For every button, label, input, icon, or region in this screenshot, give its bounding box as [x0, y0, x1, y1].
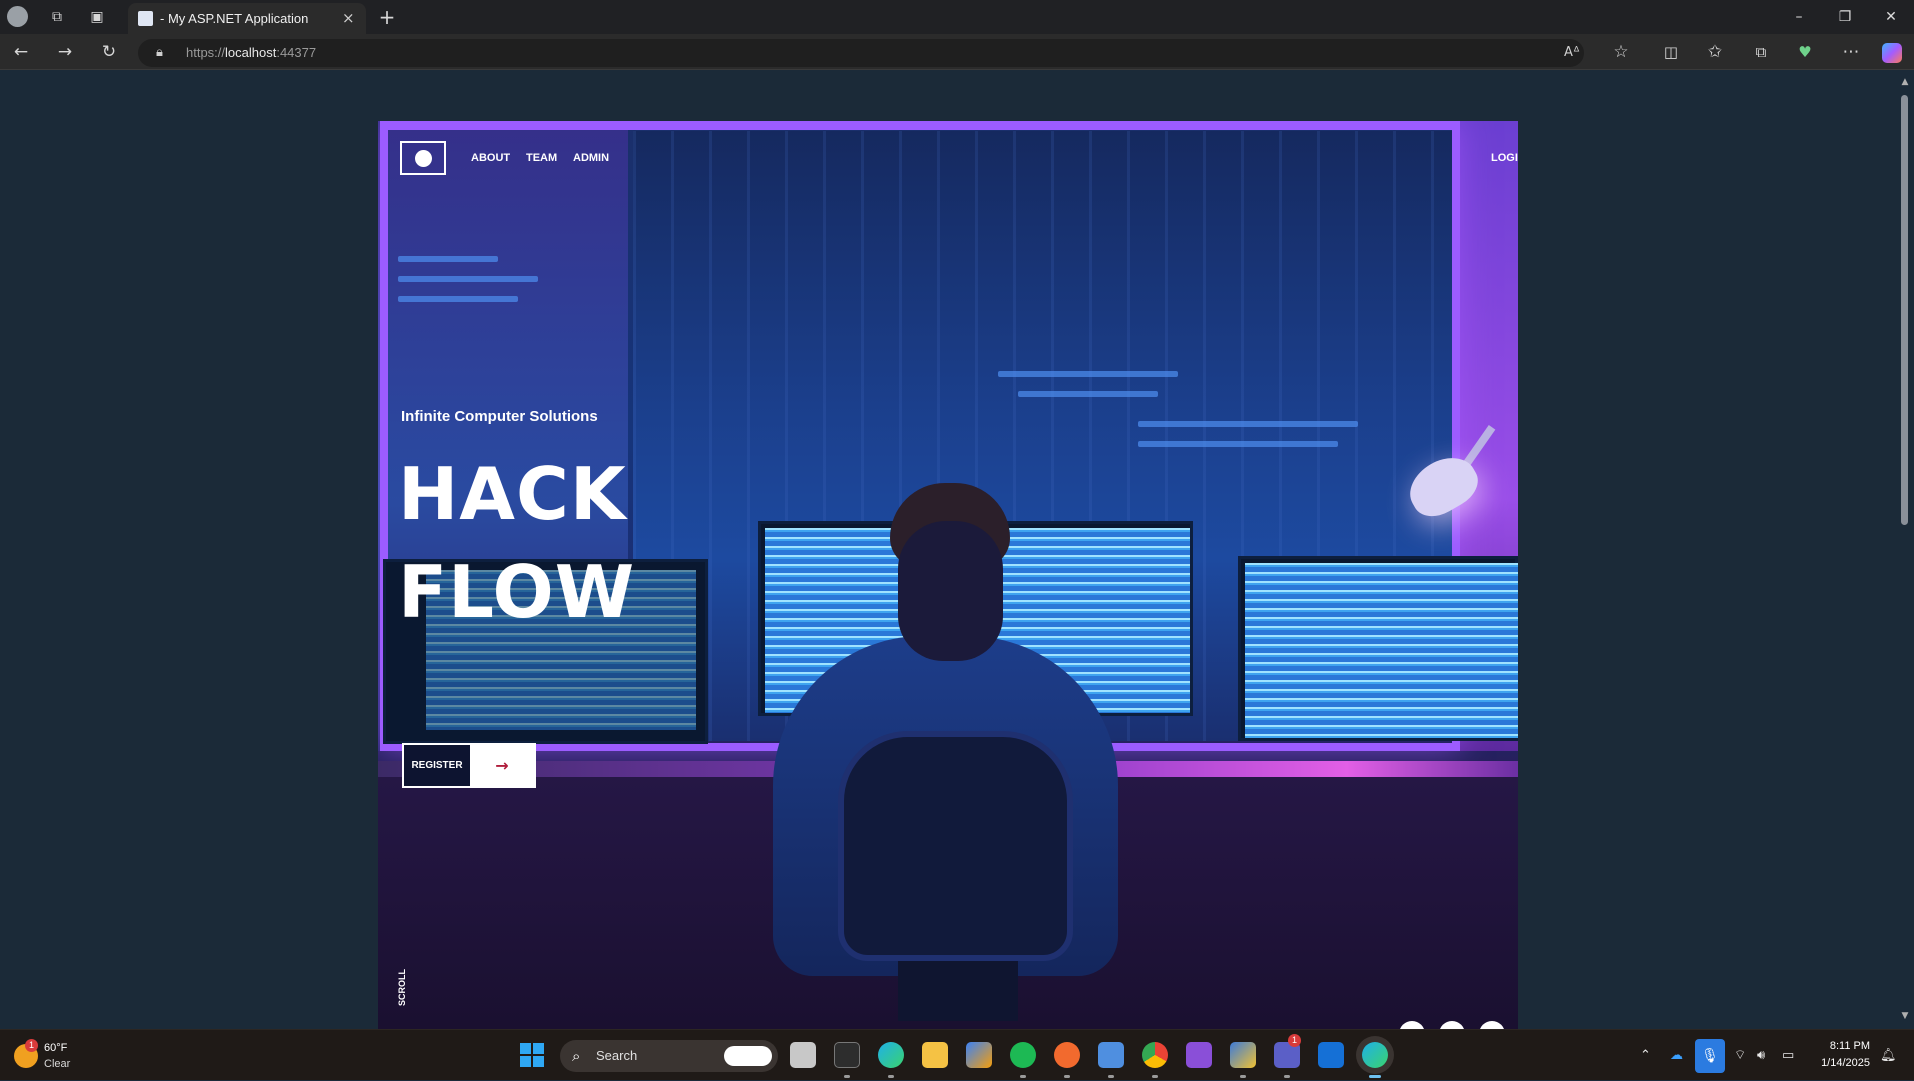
register-button[interactable]: REGISTER → [402, 743, 536, 788]
wifi-icon[interactable]: ⌔ [1734, 1030, 1746, 1081]
notifications-icon[interactable]: 🔔︎ [1880, 1030, 1897, 1081]
arrow-right-icon: → [495, 756, 509, 775]
taskbar-search[interactable]: ⌕ Search [560, 1040, 778, 1072]
decor-bar [1138, 441, 1338, 447]
running-indicator [1108, 1075, 1114, 1078]
page-viewport: ABOUT TEAM ADMIN LOGIN Infinite Computer… [0, 71, 1896, 1029]
site-logo[interactable] [400, 141, 446, 175]
more-icon[interactable]: ⋯ [1834, 35, 1868, 69]
tab-title: - My ASP.NET Application [160, 11, 309, 26]
visual-studio-icon[interactable] [1186, 1042, 1212, 1068]
monitor-right [1238, 556, 1518, 741]
scroll-indicator: SCROLL [397, 969, 407, 1006]
copilot-icon[interactable] [1882, 43, 1902, 63]
edge-active-icon[interactable] [1362, 1042, 1388, 1068]
page-scrollbar[interactable]: ▲ ▼ [1896, 71, 1914, 1029]
refresh-icon[interactable]: ↻ [92, 35, 126, 69]
running-indicator [844, 1075, 850, 1078]
browser-toolbar: ← → ↻ 🔒︎ https://localhost:44377 Aᐞ ☆ ◫ … [0, 34, 1914, 70]
terminal-icon[interactable] [834, 1042, 860, 1068]
favorite-icon[interactable]: ☆ [1604, 35, 1638, 69]
new-tab-button[interactable]: + [370, 0, 404, 34]
volume-icon[interactable]: 🔊︎ [1757, 1030, 1765, 1081]
nav-team[interactable]: TEAM [526, 152, 557, 164]
teams-badge: 1 [1288, 1034, 1301, 1047]
scrollbar-thumb[interactable] [1901, 95, 1908, 525]
address-bar[interactable]: 🔒︎ https://localhost:44377 Aᐞ [138, 39, 1584, 67]
decor-bar [1138, 421, 1358, 427]
monitor-screen [1245, 563, 1518, 738]
forward-icon[interactable]: → [48, 35, 82, 69]
microphone-icon[interactable]: 🎙︎ [1695, 1039, 1725, 1073]
chair [838, 731, 1073, 961]
running-indicator [1152, 1075, 1158, 1078]
tab-strip: ⧉ ▣ - My ASP.NET Application × + – ❐ ✕ [0, 0, 1914, 34]
scroll-up-icon[interactable]: ▲ [1899, 77, 1911, 87]
clock-time[interactable]: 8:11 PM [1826, 1040, 1870, 1052]
restore-button[interactable]: ❐ [1822, 0, 1868, 34]
notepad-icon[interactable] [1098, 1042, 1124, 1068]
search-placeholder: Search [596, 1048, 638, 1063]
nav-about[interactable]: ABOUT [471, 152, 510, 164]
page-icon [138, 11, 153, 26]
chair-base [898, 961, 1018, 1021]
windows-taskbar: 1 60°F Clear ⌕ Search 1 ⌃ ☁ 🎙︎ ⌔ 🔊︎ ▭ 8:… [0, 1029, 1914, 1080]
hero-headline-line1: HACK [398, 452, 627, 536]
browser-essentials-icon[interactable]: ♥ [1788, 35, 1822, 69]
search-highlight-icon [724, 1046, 772, 1066]
favorites-icon[interactable]: ✩ [1698, 35, 1732, 69]
edge-icon[interactable] [878, 1042, 904, 1068]
store-icon[interactable] [966, 1042, 992, 1068]
nav-admin[interactable]: ADMIN [573, 152, 609, 164]
split-screen-icon[interactable]: ◫ [1654, 35, 1688, 69]
workspaces-icon[interactable]: ⧉ [40, 0, 74, 34]
decor-bar [398, 276, 538, 282]
active-indicator [1369, 1075, 1381, 1078]
running-indicator [1064, 1075, 1070, 1078]
collections-icon[interactable]: ⧉ [1744, 35, 1778, 69]
running-indicator [1240, 1075, 1246, 1078]
vertical-tabs-icon[interactable]: ▣ [80, 0, 114, 34]
running-indicator [888, 1075, 894, 1078]
weather-condition[interactable]: Clear [44, 1058, 70, 1070]
battery-icon[interactable]: ▭ [1782, 1030, 1794, 1081]
lock-icon[interactable]: 🔒︎ [156, 39, 163, 67]
running-indicator [1020, 1075, 1026, 1078]
file-explorer-icon[interactable] [922, 1042, 948, 1068]
decor-bar [1018, 391, 1158, 397]
task-view-icon[interactable] [790, 1042, 816, 1068]
close-window-button[interactable]: ✕ [1868, 0, 1914, 34]
show-hidden-icons[interactable]: ⌃ [1640, 1030, 1651, 1081]
weather-temperature[interactable]: 60°F [44, 1042, 67, 1054]
orange-app-icon[interactable] [1054, 1042, 1080, 1068]
hero-tagline: Infinite Computer Solutions [401, 408, 598, 425]
back-icon[interactable]: ← [4, 35, 38, 69]
search-icon: ⌕ [572, 1047, 581, 1065]
hero-headline-line2: FLOW [398, 550, 636, 634]
register-label: REGISTER [404, 745, 470, 786]
weather-badge: 1 [25, 1039, 38, 1052]
nav-login[interactable]: LOGIN [1491, 152, 1518, 164]
mail-icon[interactable] [1318, 1042, 1344, 1068]
sticky-app-icon[interactable] [1230, 1042, 1256, 1068]
spotify-icon[interactable] [1010, 1042, 1036, 1068]
start-button[interactable] [520, 1043, 544, 1067]
clock-date[interactable]: 1/14/2025 [1812, 1057, 1870, 1069]
decor-bar [398, 256, 498, 262]
scroll-down-icon[interactable]: ▼ [1899, 1011, 1911, 1021]
chrome-icon[interactable] [1142, 1042, 1168, 1068]
decor-bar [398, 296, 518, 302]
logo-dot-icon [415, 150, 432, 167]
tab-active[interactable]: - My ASP.NET Application × [128, 3, 366, 34]
running-indicator [1284, 1075, 1290, 1078]
url-text[interactable]: https://localhost:44377 [186, 39, 316, 67]
person-head [898, 521, 1003, 661]
decor-bar [998, 371, 1178, 377]
read-aloud-icon[interactable]: Aᐞ [1564, 39, 1580, 67]
profile-icon[interactable] [0, 0, 34, 34]
minimize-button[interactable]: – [1776, 0, 1822, 34]
onedrive-icon[interactable]: ☁ [1670, 1030, 1683, 1081]
close-tab-icon[interactable]: × [342, 3, 355, 34]
hero-section: ABOUT TEAM ADMIN LOGIN Infinite Computer… [378, 121, 1518, 1029]
